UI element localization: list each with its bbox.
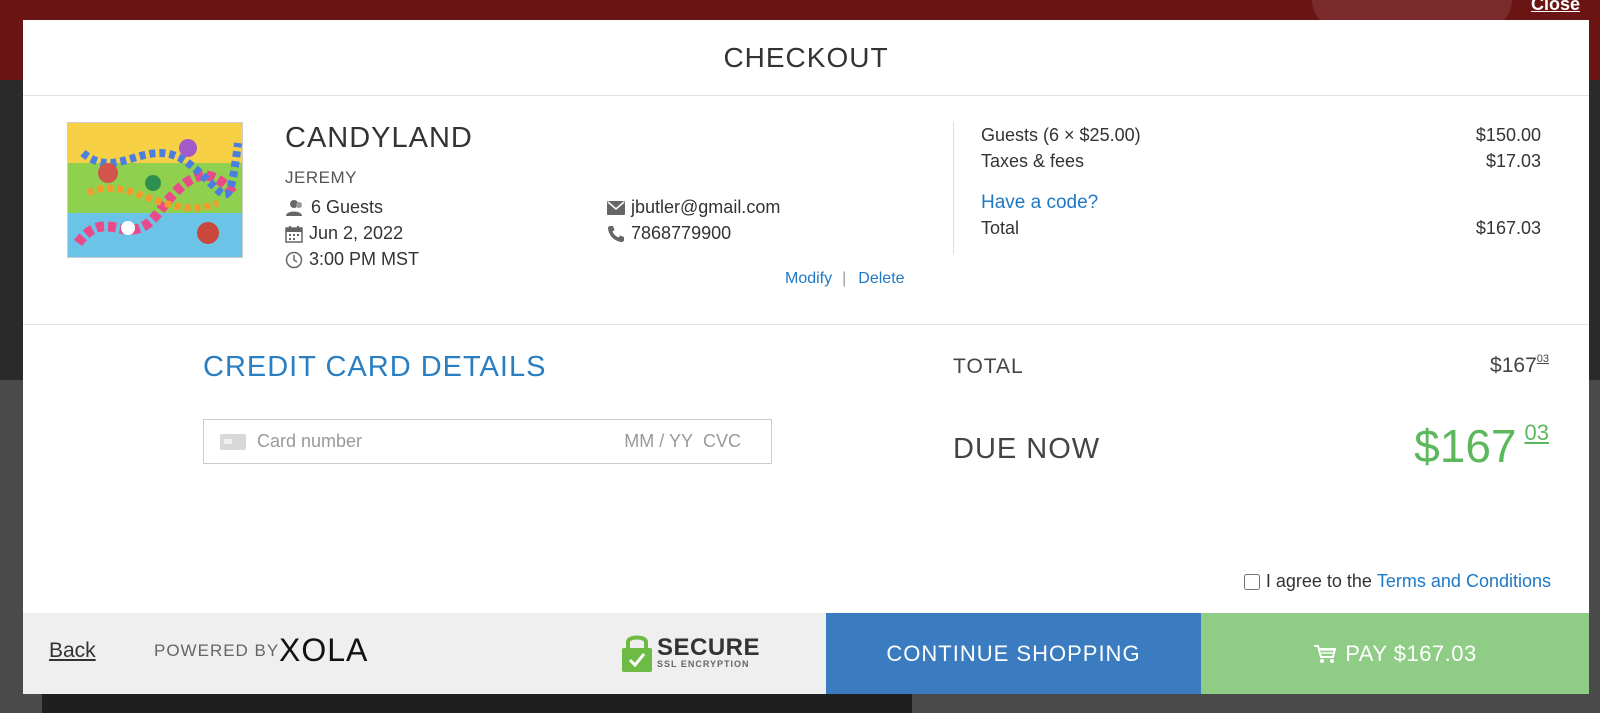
credit-card-title: CREDIT CARD DETAILS: [203, 351, 547, 383]
total-amount: $167.03: [1475, 218, 1541, 238]
payment-total-label: TOTAL: [953, 355, 1024, 378]
event-time: 3:00 PM MST: [309, 249, 420, 269]
secure-title: SECURE: [657, 633, 761, 661]
xola-logo: XOLA: [279, 632, 369, 668]
card-number-placeholder[interactable]: Card number: [257, 431, 624, 452]
cart-icon: [1314, 644, 1337, 663]
event-name: CANDYLAND: [285, 122, 473, 154]
time-info: 3:00 PM MST: [285, 249, 419, 270]
date-info: Jun 2, 2022: [285, 223, 403, 244]
footer-info: Back POWERED BY XOLA SECURE SSL ENCRYPTI…: [23, 613, 826, 694]
guests-price-amount: $150.00: [1475, 125, 1541, 145]
email-info: jbutler@gmail.com: [607, 197, 780, 218]
agree-text: I agree to the: [1265, 571, 1372, 591]
back-link[interactable]: Back: [49, 639, 96, 663]
guest-name: JEREMY: [285, 168, 357, 187]
checkout-modal: CHECKOUT CANDYLAND JEREMY 6 Guests Jun 2…: [23, 20, 1589, 694]
phone-icon: [608, 225, 624, 242]
terms-link[interactable]: Terms and Conditions: [1377, 571, 1551, 592]
guests-price-label: Guests (6 × $25.00): [981, 125, 1141, 145]
taxes-label: Taxes & fees: [981, 151, 1085, 171]
pay-label: PAY $167.03: [1345, 640, 1477, 666]
guests-count: 6 Guests: [311, 197, 384, 217]
payment-section: CREDIT CARD DETAILS Card number MM / YY …: [23, 325, 1589, 607]
clock-icon: [285, 251, 303, 268]
backdrop-strip: [42, 694, 912, 713]
card-cvc-placeholder[interactable]: CVC: [703, 431, 741, 452]
taxes-amount: $17.03: [1485, 151, 1541, 171]
payment-total-whole: $167: [1490, 354, 1537, 377]
due-now-whole: $167: [1414, 420, 1517, 472]
modal-title: CHECKOUT: [723, 41, 889, 73]
event-date: Jun 2, 2022: [309, 223, 404, 243]
terms-checkbox[interactable]: [1243, 573, 1260, 590]
guest-phone: 7868779900: [631, 223, 732, 243]
total-price-row: Total $167.03: [981, 218, 1541, 239]
modal-header: CHECKOUT: [23, 20, 1589, 96]
terms-agreement: I agree to the Terms and Conditions: [1243, 571, 1551, 592]
padlock-icon: [622, 635, 652, 672]
phone-info: 7868779900: [607, 223, 731, 244]
booking-summary: CANDYLAND JEREMY 6 Guests Jun 2, 2022 3:…: [23, 96, 1589, 325]
due-now-label: DUE NOW: [953, 433, 1101, 465]
pay-button[interactable]: PAY $167.03: [1201, 613, 1589, 694]
ssl-badge: SECURE SSL ENCRYPTION: [621, 631, 760, 673]
guest-email: jbutler@gmail.com: [631, 197, 781, 217]
taxes-price-row: Taxes & fees $17.03: [981, 151, 1541, 172]
envelope-icon: [607, 200, 625, 215]
delete-link[interactable]: Delete: [858, 270, 904, 288]
modal-footer: Back POWERED BY XOLA SECURE SSL ENCRYPTI…: [23, 613, 1589, 694]
payment-total-cents: 03: [1536, 353, 1549, 365]
continue-shopping-button[interactable]: CONTINUE SHOPPING: [826, 613, 1201, 694]
calendar-icon: [285, 225, 303, 243]
modify-link[interactable]: Modify: [785, 270, 832, 288]
powered-by-label: POWERED BY: [154, 641, 280, 660]
due-now-amount: $167 03: [1414, 419, 1549, 473]
continue-shopping-label: CONTINUE SHOPPING: [886, 640, 1141, 666]
card-input[interactable]: Card number MM / YY CVC: [203, 419, 772, 464]
payment-total-amount: $16703: [1490, 353, 1549, 378]
total-label: Total: [981, 218, 1020, 238]
guests-price-row: Guests (6 × $25.00) $150.00: [981, 125, 1541, 146]
credit-card-icon: [220, 433, 246, 450]
event-thumbnail: [67, 122, 243, 258]
card-expiry-placeholder[interactable]: MM / YY: [624, 431, 693, 452]
user-group-icon: [286, 199, 302, 216]
due-now-cents: 03: [1524, 420, 1549, 445]
board-game-image: [68, 123, 242, 257]
separator: |: [842, 270, 847, 287]
ssl-text: SECURE SSL ENCRYPTION: [657, 633, 761, 669]
vertical-divider: [953, 122, 954, 254]
secure-subtitle: SSL ENCRYPTION: [657, 658, 750, 669]
booking-actions: Modify | Delete: [785, 270, 905, 288]
guests-info: 6 Guests: [285, 197, 383, 218]
close-link[interactable]: Close: [1531, 0, 1580, 15]
promo-code-link[interactable]: Have a code?: [981, 192, 1098, 214]
